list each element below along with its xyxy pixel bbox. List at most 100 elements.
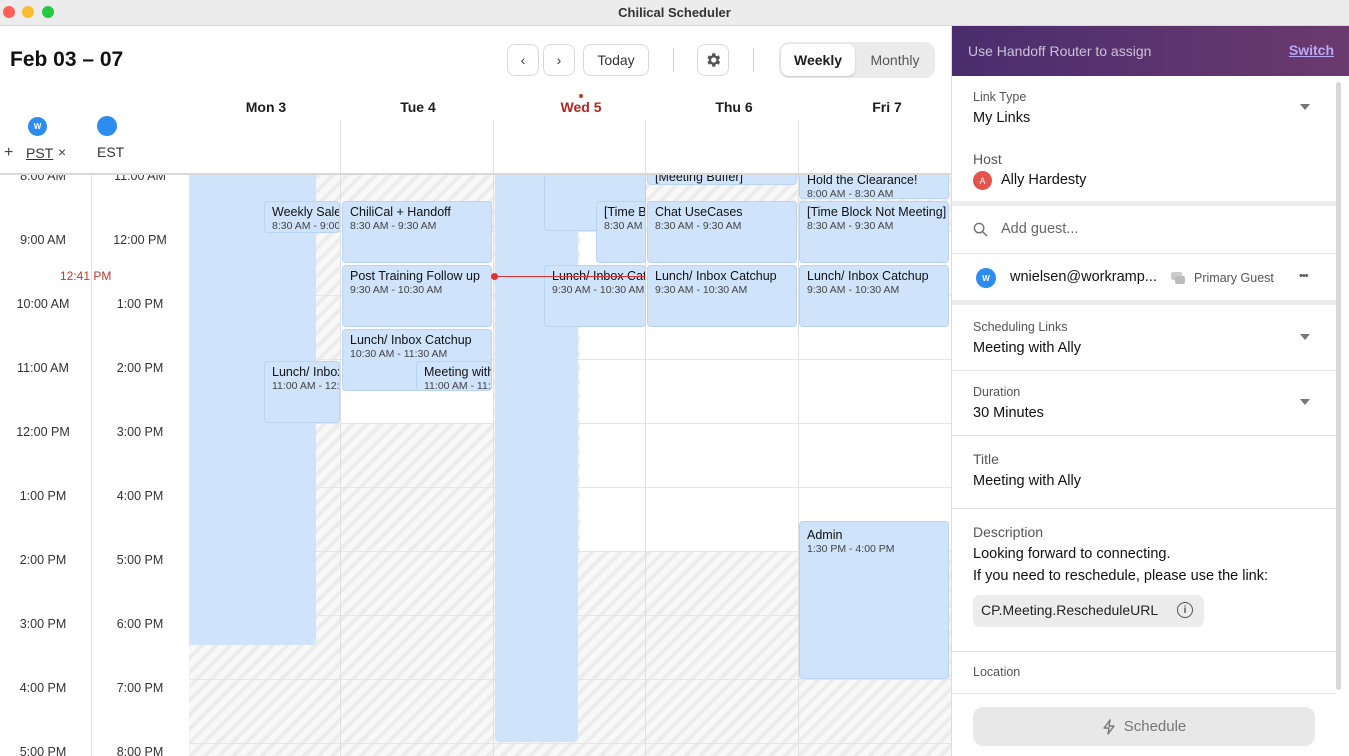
description-line[interactable]: If you need to reschedule, please use th… — [973, 568, 1268, 584]
day-header[interactable]: Mon 3 — [190, 99, 342, 119]
link-type-select[interactable]: My Links — [973, 110, 1030, 126]
busy-block[interactable] — [495, 175, 578, 742]
event-title: [Meeting Buffer] — [655, 175, 744, 184]
calendar-event[interactable]: [Time Block Not Meeting] 8:30 AM - 9:30 … — [799, 201, 949, 263]
more-options-icon[interactable]: ••• — [1299, 270, 1309, 282]
chevron-right-icon: › — [556, 52, 562, 68]
description-line[interactable]: Looking forward to connecting. — [973, 546, 1171, 562]
calendar-event[interactable]: [Meeting Buffer] — [647, 175, 797, 185]
event-time: 9:30 AM - 10:30 AM — [552, 284, 645, 296]
calendar-event[interactable]: Meeting with Ally 11:00 AM - 11:30 AM — [416, 361, 492, 391]
gear-icon — [707, 53, 721, 67]
calendar-event[interactable]: Weekly Sales Sync 8:30 AM - 9:00 AM — [264, 201, 340, 233]
secondary-timezone-label[interactable]: EST — [97, 144, 124, 160]
chip-label: CP.Meeting.RescheduleURL — [981, 602, 1159, 618]
settings-button[interactable] — [697, 44, 729, 76]
section-divider — [952, 300, 1336, 305]
time-label: 10:00 AM — [16, 297, 70, 311]
event-time: 9:30 AM - 10:30 AM — [807, 284, 900, 296]
time-label: 8:00 AM — [20, 175, 66, 183]
calendar-event[interactable]: [Time Block Not Meeting] 8:30 AM - 9:30 … — [596, 201, 646, 263]
event-title: ChiliCal + Handoff — [350, 205, 451, 219]
calendar-event[interactable]: ChiliCal + Handoff 8:30 AM - 9:30 AM — [342, 201, 492, 263]
time-label: 1:00 PM — [19, 489, 67, 503]
est-time-gutter — [91, 175, 189, 756]
host-label: Host — [973, 151, 1002, 167]
day-header[interactable]: Tue 4 — [342, 99, 494, 119]
time-grid[interactable]: 8:00 AM 9:00 AM 10:00 AM 11:00 AM 12:00 … — [0, 175, 951, 756]
day-header[interactable]: Thu 6 — [646, 99, 822, 119]
chevron-down-icon[interactable] — [1300, 399, 1310, 405]
hour-line — [189, 743, 951, 744]
title-bar: Chilical Scheduler — [0, 0, 1349, 26]
location-label: Location — [973, 665, 1021, 679]
chevron-down-icon[interactable] — [1300, 104, 1310, 110]
search-icon — [973, 222, 988, 237]
time-label: 2:00 PM — [19, 553, 67, 567]
event-title: Weekly Sales Sync — [272, 205, 339, 219]
divider — [952, 435, 1336, 436]
monthly-view-button[interactable]: Monthly — [857, 44, 933, 76]
host-value[interactable]: Ally Hardesty — [1001, 172, 1086, 188]
panel-scrollbar[interactable] — [1336, 82, 1341, 690]
link-type-label: Link Type — [973, 90, 1027, 104]
event-title: Lunch/ Inbox Catchup — [272, 365, 339, 379]
event-time: 1:30 PM - 4:00 PM — [807, 543, 895, 555]
title-input[interactable]: Meeting with Ally — [973, 473, 1081, 489]
schedule-button[interactable]: Schedule — [973, 707, 1315, 746]
divider — [952, 651, 1336, 652]
schedule-label: Schedule — [1123, 718, 1187, 735]
calendar-pane: Feb 03 – 07 ‹ › Today Weekly Monthly W +… — [0, 26, 951, 756]
guest-email[interactable]: wnielsen@workramp... — [1010, 269, 1157, 285]
divider — [952, 253, 1336, 254]
add-timezone-button[interactable]: + — [4, 144, 13, 162]
scheduling-panel: Use Handoff Router to assign Switch Link… — [951, 26, 1349, 756]
day-header-today[interactable]: Wed 5 — [494, 99, 668, 119]
calendar-event[interactable]: Post Training Follow up 9:30 AM - 10:30 … — [342, 265, 492, 327]
event-time: 8:30 AM - 9:30 AM — [350, 220, 437, 232]
calendar-event[interactable]: Lunch/ Inbox Catchup 9:30 AM - 10:30 AM — [544, 265, 646, 327]
timezone-header: W + PST × EST — [0, 96, 190, 176]
column-divider — [493, 175, 494, 756]
time-label: 5:00 PM — [116, 553, 164, 567]
column-divider — [340, 120, 341, 174]
section-divider — [952, 201, 1336, 206]
day-header[interactable]: Fri 7 — [799, 99, 951, 119]
calendar-event[interactable]: Chat UseCases 8:30 AM - 9:30 AM — [647, 201, 797, 263]
time-label: 2:00 PM — [116, 361, 164, 375]
scheduling-links-label: Scheduling Links — [973, 320, 1068, 334]
next-week-button[interactable]: › — [543, 44, 575, 76]
switch-link[interactable]: Switch — [1289, 42, 1334, 58]
time-label: 4:00 PM — [116, 489, 164, 503]
date-range-title: Feb 03 – 07 — [10, 48, 124, 71]
chevron-down-icon[interactable] — [1300, 334, 1310, 340]
today-button[interactable]: Today — [583, 44, 649, 76]
scheduling-links-select[interactable]: Meeting with Ally — [973, 340, 1081, 356]
add-guest-input[interactable]: Add guest... — [1001, 221, 1078, 237]
weekly-view-button[interactable]: Weekly — [781, 44, 855, 76]
remove-timezone-icon[interactable]: × — [58, 144, 66, 160]
time-label: 8:00 PM — [116, 745, 164, 756]
event-time: 8:30 AM - 9:30 AM — [655, 220, 742, 232]
event-time: 8:30 AM - 9:00 AM — [272, 220, 340, 232]
calendar-event[interactable]: Lunch/ Inbox Catchup 9:30 AM - 10:30 AM — [799, 265, 949, 327]
primary-guest-badge: Primary Guest — [1194, 271, 1274, 285]
reschedule-url-chip[interactable]: CP.Meeting.RescheduleURL i — [973, 595, 1204, 627]
calendar-event[interactable]: Hold the Clearance! 8:00 AM - 8:30 AM — [799, 175, 949, 199]
time-label: 12:00 PM — [113, 233, 167, 247]
user-avatar: W — [28, 117, 47, 136]
time-label: 12:00 PM — [16, 425, 70, 439]
event-title: [Time Block Not Meeting] — [604, 205, 646, 219]
prev-week-button[interactable]: ‹ — [507, 44, 539, 76]
event-time: 10:30 AM - 11:30 AM — [350, 348, 448, 360]
event-time: 8:00 AM - 8:30 AM — [807, 188, 894, 199]
primary-timezone-label[interactable]: PST — [26, 145, 53, 161]
calendar-event[interactable]: Admin 1:30 PM - 4:00 PM — [799, 521, 949, 679]
info-icon[interactable]: i — [1177, 602, 1193, 618]
pst-time-gutter — [0, 175, 91, 756]
duration-select[interactable]: 30 Minutes — [973, 405, 1044, 421]
calendar-event[interactable]: Lunch/ Inbox Catchup 9:30 AM - 10:30 AM — [647, 265, 797, 327]
title-label: Title — [973, 451, 999, 467]
guest-avatar: W — [976, 268, 996, 288]
calendar-event[interactable]: Lunch/ Inbox Catchup 11:00 AM - 12:00 PM — [264, 361, 340, 423]
